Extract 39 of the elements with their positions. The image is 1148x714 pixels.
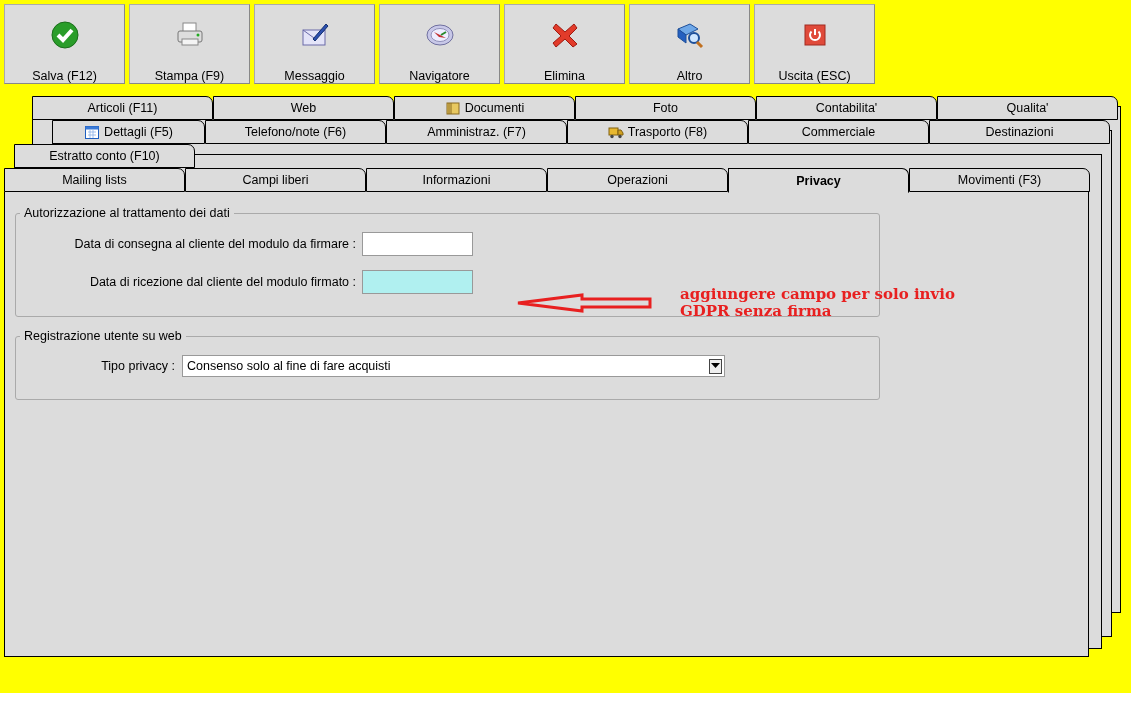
folder-icon <box>444 100 461 116</box>
tab[interactable]: Foto <box>575 96 756 120</box>
field-label: Tipo privacy : <box>100 359 176 373</box>
toolbar-button[interactable]: Navigatore <box>379 4 500 84</box>
tab[interactable]: Informazioni <box>366 168 547 192</box>
toolbar-button[interactable]: Messaggio <box>254 4 375 84</box>
tab[interactable]: Qualita' <box>937 96 1118 120</box>
tab[interactable]: Trasporto (F8) <box>567 120 748 144</box>
toolbar-button[interactable]: Elimina <box>504 4 625 84</box>
tab[interactable]: Privacy <box>728 168 909 193</box>
tab[interactable]: Amministraz. (F7) <box>386 120 567 144</box>
tab[interactable]: Estratto conto (F10) <box>14 144 195 168</box>
tab[interactable]: Commerciale <box>748 120 929 144</box>
toolbar-button[interactable]: Salva (F12) <box>4 4 125 84</box>
annotation-text: aggiungere campo per solo invio GDPR senza firma <box>680 286 955 320</box>
group-title: Autorizzazione al trattamento dei dati <box>23 206 231 220</box>
group-title: Registrazione utente su web <box>23 329 183 343</box>
field-label: Data di consegna al cliente del modulo da firmare : <box>73 237 357 251</box>
date-field[interactable] <box>362 270 473 294</box>
check-icon <box>48 19 81 51</box>
tab[interactable]: Mailing lists <box>4 168 185 192</box>
tab[interactable]: Destinazioni <box>929 120 1110 144</box>
tab[interactable]: Articoli (F11) <box>32 96 213 120</box>
toolbar-button[interactable]: Uscita (ESC) <box>754 4 875 84</box>
truck-icon <box>607 124 624 140</box>
tab[interactable]: Telefono/note (F6) <box>205 120 386 144</box>
toolbar-button[interactable]: Stampa (F9) <box>129 4 250 84</box>
tab[interactable]: Documenti <box>394 96 575 120</box>
date-field[interactable] <box>362 232 473 256</box>
tab[interactable]: Operazioni <box>547 168 728 192</box>
calendar-icon <box>84 124 101 140</box>
dropdown[interactable]: Consenso solo al fine di fare acquisti <box>182 355 725 377</box>
toolbar-button[interactable]: Altro <box>629 4 750 84</box>
field-label: Data di ricezione dal cliente del modulo firmato : <box>88 275 357 289</box>
tab[interactable]: Movimenti (F3) <box>909 168 1090 192</box>
tab[interactable]: Web <box>213 96 394 120</box>
tab[interactable]: Contabilita' <box>756 96 937 120</box>
tab[interactable]: Dettagli (F5) <box>52 120 205 144</box>
tab[interactable]: Campi liberi <box>185 168 366 192</box>
